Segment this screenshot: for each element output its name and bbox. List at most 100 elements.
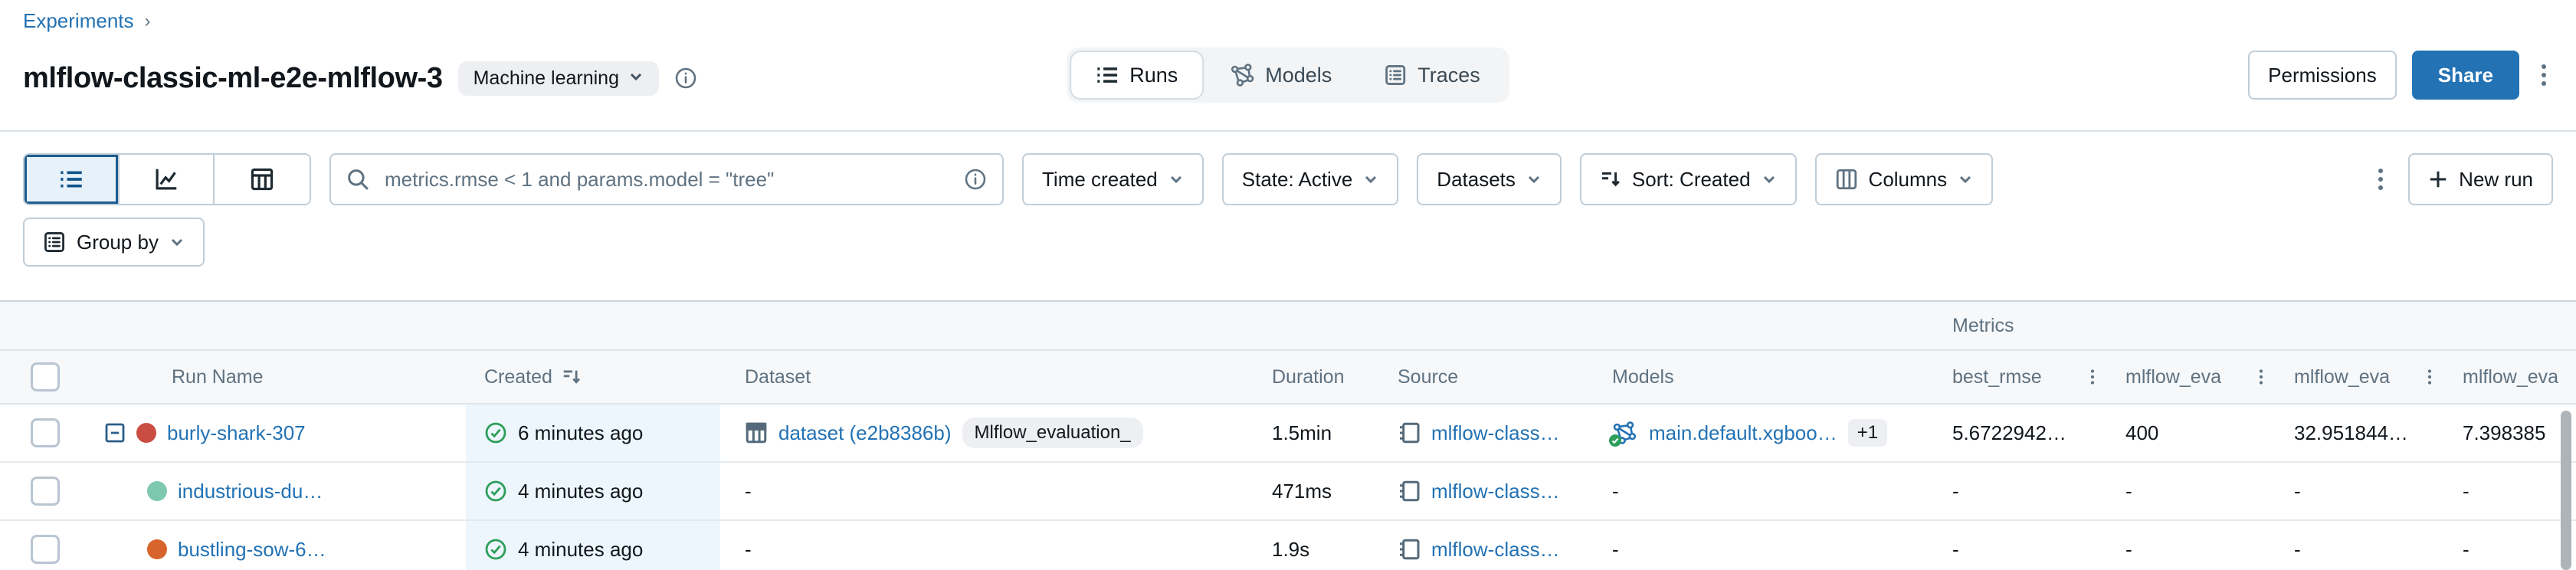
col-header-dataset[interactable]: Dataset [745, 366, 811, 388]
col-header-created[interactable]: Created [484, 366, 552, 388]
new-run-label: New run [2459, 168, 2533, 192]
sort-desc-icon[interactable] [562, 367, 582, 387]
search-icon [346, 168, 369, 191]
traces-list-icon [1384, 64, 1407, 87]
vertical-scrollbar[interactable] [2561, 411, 2571, 570]
collapse-run-icon[interactable] [104, 422, 126, 444]
metric-mlflow-eva-2: - [2294, 480, 2301, 503]
dataset-link[interactable]: dataset (e2b8386b) [778, 421, 952, 445]
table-row: burly-shark-307 6 minutes ago dataset (e… [0, 405, 2576, 463]
run-name-link[interactable]: burly-shark-307 [167, 421, 306, 445]
datasets-filter[interactable]: Datasets [1417, 153, 1562, 205]
overflow-menu-icon[interactable] [2535, 57, 2553, 93]
group-by-icon [43, 231, 66, 254]
model-extra-count[interactable]: +1 [1848, 419, 1887, 447]
row-checkbox[interactable] [31, 477, 60, 506]
columns-icon [1835, 168, 1858, 191]
runs-search [329, 153, 1004, 205]
col-header-mlflow-eva-3[interactable]: mlflow_eva [2463, 366, 2558, 388]
state-filter[interactable]: State: Active [1222, 153, 1399, 205]
run-name-link[interactable]: bustling-sow-6… [178, 538, 326, 562]
dataset-empty: - [745, 538, 752, 562]
dataset-context-tag: Mlflow_evaluation_ [962, 418, 1143, 448]
header-divider [0, 130, 2576, 132]
model-check-badge-icon [1609, 434, 1621, 447]
metric-best-rmse: 5.6722942… [1952, 421, 2066, 445]
share-button[interactable]: Share [2412, 51, 2519, 100]
column-menu-icon[interactable] [2427, 368, 2432, 386]
runs-list-icon [1096, 64, 1119, 87]
source-link[interactable]: mlflow-class… [1431, 421, 1560, 445]
check-circle-icon [484, 538, 507, 561]
time-created-label: Time created [1042, 168, 1158, 192]
dataset-table-icon [745, 421, 768, 444]
source-link[interactable]: mlflow-class… [1431, 480, 1560, 503]
table-view-toggle[interactable] [215, 155, 310, 204]
columns-button[interactable]: Columns [1815, 153, 1994, 205]
tab-traces[interactable]: Traces [1358, 51, 1506, 100]
search-info-icon[interactable] [964, 168, 987, 191]
created-time: 4 minutes ago [518, 480, 643, 503]
mlflow-experiment-page: Experiments › mlflow-classic-ml-e2e-mlfl… [0, 0, 2576, 570]
sort-button[interactable]: Sort: Created [1580, 153, 1797, 205]
select-all-checkbox[interactable] [31, 362, 60, 391]
models-graph-icon [1230, 63, 1254, 87]
table-header-row: Run Name Created Dataset Duration Source… [0, 349, 2576, 405]
chevron-down-icon [169, 234, 185, 250]
source-link[interactable]: mlflow-class… [1431, 538, 1560, 562]
chevron-down-icon [628, 67, 644, 90]
check-circle-icon [484, 480, 507, 503]
model-link[interactable]: main.default.xgboo… [1649, 421, 1837, 445]
col-header-mlflow-eva-2[interactable]: mlflow_eva [2294, 366, 2390, 388]
metric-mlflow-eva-2: 32.951844… [2294, 421, 2408, 445]
group-by-label: Group by [77, 231, 159, 254]
col-header-models[interactable]: Models [1612, 366, 1674, 388]
col-header-duration[interactable]: Duration [1272, 366, 1345, 388]
metric-mlflow-eva-1: 400 [2125, 421, 2158, 445]
col-header-best-rmse[interactable]: best_rmse [1952, 366, 2042, 388]
toolbar-overflow-menu-icon[interactable] [2371, 161, 2390, 198]
notebook-icon [1398, 421, 1421, 444]
columns-button-label: Columns [1869, 168, 1948, 192]
permissions-button[interactable]: Permissions [2248, 51, 2397, 100]
chart-view-toggle[interactable] [120, 155, 215, 204]
metric-best-rmse: - [1952, 538, 1959, 562]
breadcrumb-experiments-link[interactable]: Experiments [23, 9, 134, 33]
models-empty: - [1612, 480, 1619, 503]
col-header-mlflow-eva-1[interactable]: mlflow_eva [2125, 366, 2221, 388]
col-header-run-name[interactable]: Run Name [172, 366, 264, 388]
time-created-filter[interactable]: Time created [1022, 153, 1204, 205]
metric-mlflow-eva-3: - [2463, 538, 2469, 562]
page-title: mlflow-classic-ml-e2e-mlflow-3 [23, 62, 443, 95]
created-time: 4 minutes ago [518, 538, 643, 562]
plus-icon [2428, 169, 2448, 189]
info-icon[interactable] [674, 67, 697, 90]
run-status-dot [147, 481, 167, 501]
col-header-source[interactable]: Source [1398, 366, 1458, 388]
metric-mlflow-eva-1: - [2125, 538, 2132, 562]
metric-mlflow-eva-3: - [2463, 480, 2469, 503]
tab-runs[interactable]: Runs [1070, 51, 1204, 100]
view-tabs: Runs Models Traces [1067, 48, 1509, 103]
share-label: Share [2438, 64, 2493, 87]
run-name-link[interactable]: industrious-du… [178, 480, 323, 503]
table-row: industrious-du… 4 minutes ago - 471ms ml… [0, 463, 2576, 521]
row-checkbox[interactable] [31, 535, 60, 564]
dataset-empty: - [745, 480, 752, 503]
check-circle-icon [484, 421, 507, 444]
list-view-toggle[interactable] [25, 155, 120, 204]
search-input[interactable] [382, 166, 952, 193]
chevron-down-icon [1762, 172, 1777, 187]
column-menu-icon[interactable] [2090, 368, 2095, 386]
row-checkbox[interactable] [31, 418, 60, 447]
run-status-dot [136, 423, 156, 443]
run-duration: 471ms [1272, 480, 1332, 503]
category-badge[interactable]: Machine learning [458, 61, 659, 96]
tab-models[interactable]: Models [1204, 51, 1358, 100]
new-run-button[interactable]: New run [2408, 153, 2553, 205]
notebook-icon [1398, 480, 1421, 503]
column-menu-icon[interactable] [2259, 368, 2263, 386]
category-badge-label: Machine learning [474, 67, 619, 90]
group-by-button[interactable]: Group by [23, 218, 205, 267]
state-filter-label: State: Active [1242, 168, 1353, 192]
